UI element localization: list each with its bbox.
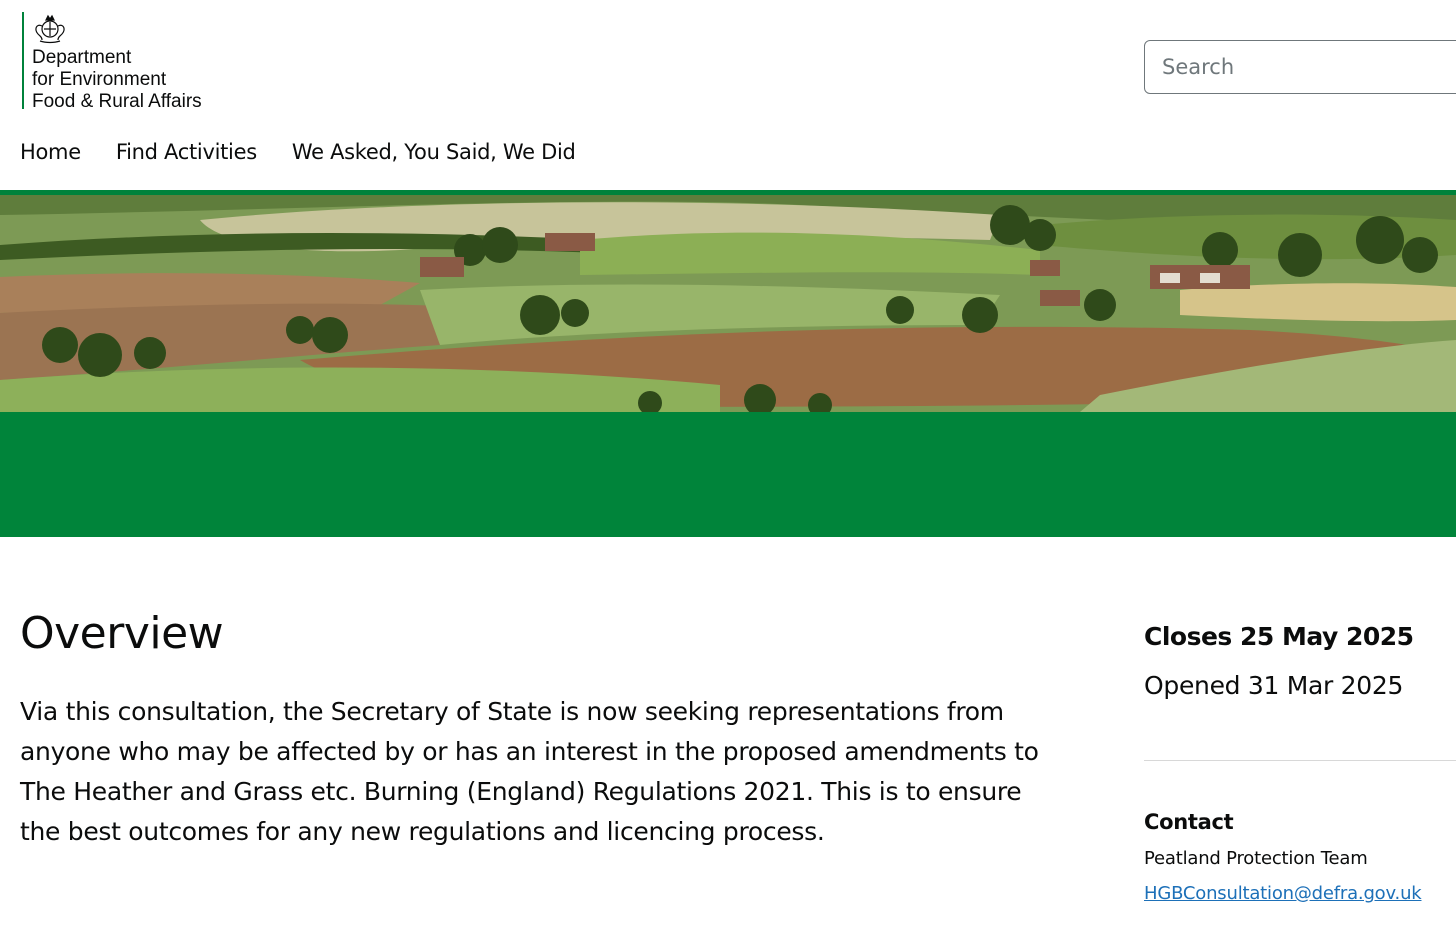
hero-landscape-image	[0, 195, 1456, 412]
logo-line-2: for Environment	[32, 69, 167, 90]
opening-date: Opened 31 Mar 2025	[1144, 671, 1404, 700]
closing-date: Closes 25 May 2025	[1144, 622, 1414, 651]
sidebar-divider	[1144, 760, 1456, 761]
logo-line-3: Food & Rural Affairs	[32, 91, 202, 112]
defra-logo[interactable]: Department for Environment Food & Rural …	[22, 12, 202, 112]
contact-team: Peatland Protection Team	[1144, 848, 1368, 869]
main-nav: Home Find Activities We Asked, You Said,…	[20, 140, 611, 164]
logo-line-1: Department	[32, 47, 132, 68]
overview-body: Via this consultation, the Secretary of …	[20, 697, 1039, 846]
page-title: Heather and Grass Burning in England	[20, 860, 694, 901]
page-banner: Heather and Grass Burning in England	[0, 412, 1456, 901]
contact-email-link[interactable]: HGBConsultation@defra.gov.uk	[1144, 883, 1422, 904]
overview-heading: Overview	[20, 608, 224, 659]
search-input[interactable]	[1144, 40, 1456, 94]
site-header: Department for Environment Food & Rural …	[0, 0, 1456, 192]
contact-heading: Contact	[1144, 810, 1234, 834]
logo-text: Department for Environment Food & Rural …	[32, 47, 252, 113]
nav-we-asked-you-said-we-did[interactable]: We Asked, You Said, We Did	[292, 140, 576, 164]
nav-home[interactable]: Home	[20, 140, 81, 164]
nav-find-activities[interactable]: Find Activities	[116, 140, 257, 164]
royal-crest-icon	[35, 14, 65, 44]
